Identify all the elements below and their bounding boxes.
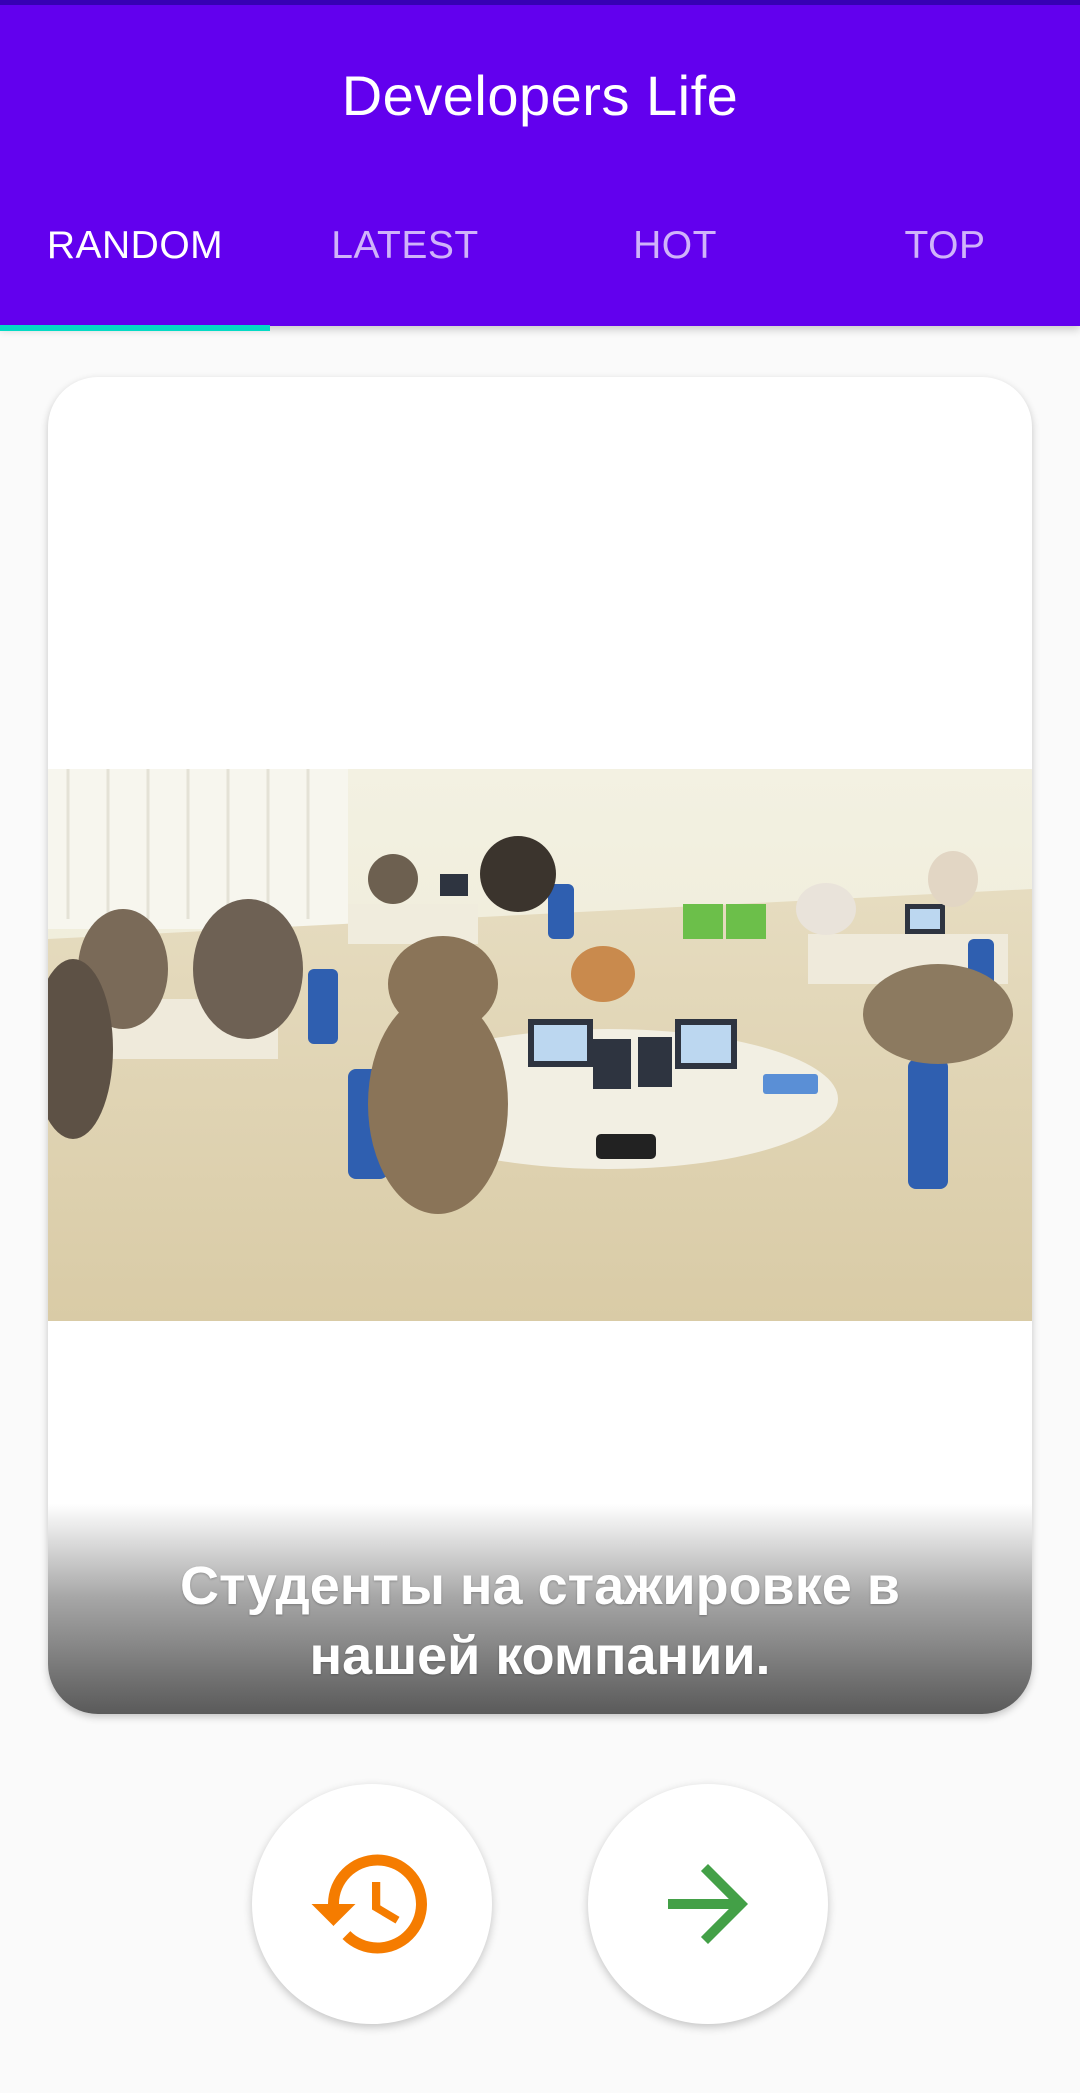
tab-top[interactable]: TOP: [810, 181, 1080, 311]
tab-latest[interactable]: LATEST: [270, 181, 540, 311]
next-button[interactable]: [588, 1784, 828, 2024]
tab-hot[interactable]: HOT: [540, 181, 810, 311]
app-bar: Developers Life RANDOM LATEST HOT TOP: [0, 0, 1080, 331]
app-title: Developers Life: [341, 64, 739, 127]
tab-indicator: [0, 325, 270, 331]
history-icon: [311, 1854, 427, 1954]
tab-random[interactable]: RANDOM: [0, 181, 270, 311]
back-button[interactable]: [252, 1784, 492, 2024]
post-caption: Студенты на стажировке в нашей компании.: [179, 1556, 901, 1686]
tab-bar: RANDOM LATEST HOT TOP: [0, 195, 1080, 331]
caption-overlay: Студенты на стажировке в нашей компании.: [48, 1504, 1032, 1714]
post-card: Студенты на стажировке в нашей компании.: [48, 377, 1032, 1714]
post-image: [48, 769, 1032, 1321]
arrow-forward-icon: [668, 1864, 748, 1944]
